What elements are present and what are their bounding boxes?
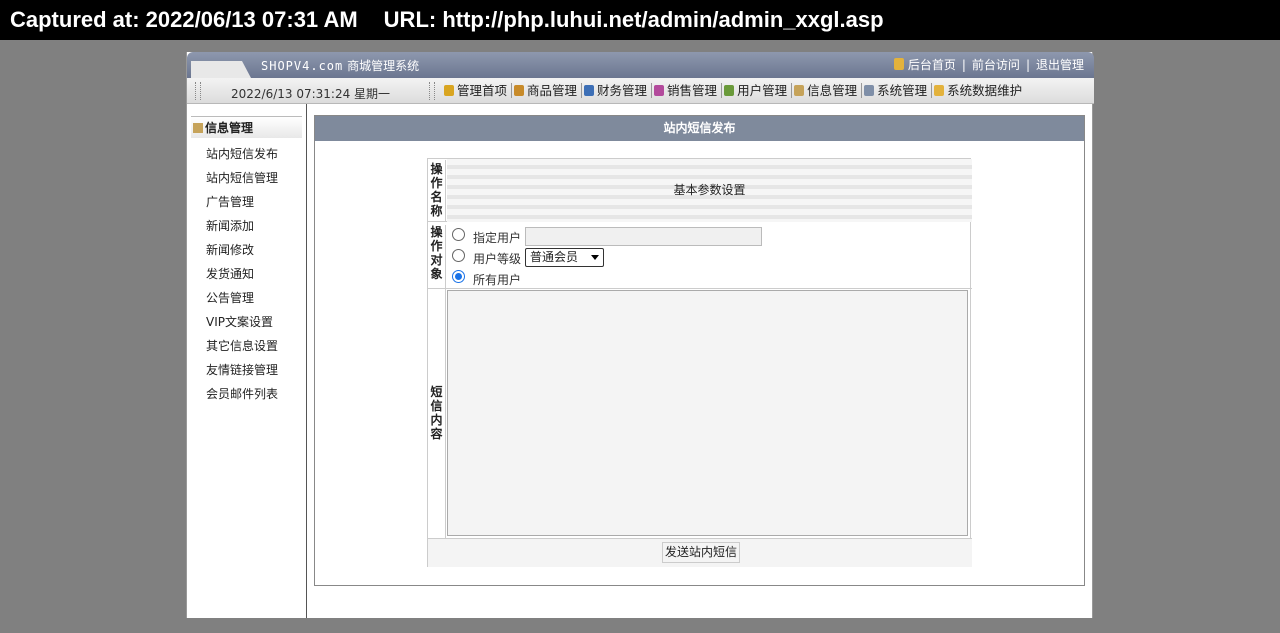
option-label-specific-user: 指定用户 (473, 231, 522, 245)
finance-icon (584, 85, 595, 96)
sidebar-item-announcements[interactable]: 公告管理 (187, 286, 306, 310)
goods-icon (514, 85, 525, 96)
menu-label: 管理首项 (457, 83, 508, 98)
row-label-content: 短信内容 (428, 289, 446, 539)
info-icon (193, 123, 203, 133)
sidebar-item-shipping-notice[interactable]: 发货通知 (187, 262, 306, 286)
logo-text: SHOPV4.com (261, 59, 344, 73)
radio-specific-user[interactable] (452, 228, 465, 241)
form-row-target: 操作对象 指定用户 用户等级 普通会员 所有用户 (428, 222, 972, 289)
toolbar-grip-icon (429, 82, 435, 100)
toolbar-grip-icon (195, 82, 201, 100)
menu-item-users[interactable]: 用户管理 (722, 83, 793, 98)
info-icon (794, 85, 805, 96)
link-admin-home[interactable]: 后台首页 (908, 58, 956, 72)
sidebar-item-vip-copy[interactable]: VIP文案设置 (187, 310, 306, 334)
sidebar-title-text: 信息管理 (205, 121, 254, 135)
chevron-down-icon (591, 255, 599, 260)
option-label-all-users: 所有用户 (473, 273, 522, 287)
sidebar-title: 信息管理 (191, 116, 302, 138)
radio-user-level[interactable] (452, 249, 465, 262)
admin-window: SHOPV4.com 商城管理系统 后台首页 | 前台访问 | 退出管理 2022/6/… (186, 52, 1094, 618)
send-message-button[interactable]: 发送站内短信 (662, 542, 741, 563)
row-label-text: 操作名称 (430, 162, 443, 218)
row-label-target: 操作对象 (428, 225, 446, 289)
menu-item-system[interactable]: 系统管理 (862, 83, 933, 98)
sidebar-item-news-add[interactable]: 新闻添加 (187, 214, 306, 238)
user-level-select[interactable]: 普通会员 (525, 248, 604, 267)
system-icon (864, 85, 875, 96)
sidebar-item-news-edit[interactable]: 新闻修改 (187, 238, 306, 262)
radio-all-users[interactable] (452, 270, 465, 283)
form-row-submit: 发送站内短信 (428, 539, 972, 567)
lock-icon (893, 58, 904, 70)
system-name: 商城管理系统 (347, 59, 420, 73)
link-frontend[interactable]: 前台访问 (972, 58, 1020, 72)
form-row-content: 短信内容 (428, 289, 972, 539)
menu-item-home[interactable]: 管理首项 (442, 83, 513, 98)
menu-label: 财务管理 (597, 83, 648, 98)
sidebar-item-other-settings[interactable]: 其它信息设置 (187, 334, 306, 358)
message-textarea[interactable] (447, 290, 968, 536)
user-name-input[interactable] (525, 227, 762, 246)
sidebar-item-ads[interactable]: 广告管理 (187, 190, 306, 214)
chart-icon (654, 85, 665, 96)
menu-label: 系统数据维护 (947, 83, 1023, 98)
menu-item-info[interactable]: 信息管理 (792, 83, 863, 98)
menu-item-finance[interactable]: 财务管理 (582, 83, 653, 98)
menu-bar: 2022/6/13 07:31:24 星期一 管理首项 商品管理 财务管理 销售管理 用… (187, 78, 1094, 104)
row-label-operation-name: 操作名称 (428, 160, 446, 222)
header-tab-decoration (191, 61, 251, 78)
main-panel: 站内短信发布 操作名称 基本参数设置 操作对象 指定用户 用户等级 普通会员 所 (314, 115, 1085, 586)
row-label-text: 操作对象 (430, 225, 443, 281)
form-row-operation-name: 操作名称 基本参数设置 (428, 159, 972, 222)
sidebar-item-message-manage[interactable]: 站内短信管理 (187, 166, 306, 190)
link-logout[interactable]: 退出管理 (1036, 58, 1084, 72)
brand: SHOPV4.com 商城管理系统 (261, 57, 419, 74)
lock-icon (934, 85, 945, 96)
page-title: 站内短信发布 (315, 116, 1084, 141)
header-top-bar: SHOPV4.com 商城管理系统 后台首页 | 前台访问 | 退出管理 (187, 52, 1094, 78)
top-links: 后台首页 | 前台访问 | 退出管理 (893, 56, 1084, 73)
message-form: 操作名称 基本参数设置 操作对象 指定用户 用户等级 普通会员 所有用户 短信内… (427, 158, 972, 567)
sidebar-item-message-publish[interactable]: 站内短信发布 (187, 142, 306, 166)
menu-label: 系统管理 (877, 83, 928, 98)
menu-label: 商品管理 (527, 83, 578, 98)
sidebar: 信息管理 站内短信发布 站内短信管理 广告管理 新闻添加 新闻修改 发货通知 公… (187, 104, 307, 618)
select-value: 普通会员 (530, 250, 579, 264)
home-icon (444, 85, 454, 96)
clock: 2022/6/13 07:31:24 星期一 (231, 87, 391, 101)
user-icon (724, 85, 735, 96)
row-label-text: 短信内容 (430, 385, 443, 441)
captured-at-text: Captured at: 2022/06/13 07:31 AM (10, 7, 358, 32)
menu-label: 销售管理 (667, 83, 718, 98)
menu-label: 信息管理 (807, 83, 858, 98)
menu-item-goods[interactable]: 商品管理 (512, 83, 583, 98)
capture-info-bar: Captured at: 2022/06/13 07:31 AM URL: htt… (0, 0, 1280, 40)
menu-item-data-maintenance[interactable]: 系统数据维护 (932, 83, 1026, 98)
sidebar-item-friend-links[interactable]: 友情链接管理 (187, 358, 306, 382)
option-label-user-level: 用户等级 (473, 252, 522, 266)
menu-label: 用户管理 (737, 83, 788, 98)
main-menu: 管理首项 商品管理 财务管理 销售管理 用户管理 信息管理 系统管理 系统数据维护 (442, 83, 1026, 98)
section-header: 基本参数设置 (447, 159, 972, 222)
sidebar-item-member-emails[interactable]: 会员邮件列表 (187, 382, 306, 406)
menu-item-sales[interactable]: 销售管理 (652, 83, 723, 98)
url-text: URL: http://php.luhui.net/admin/admin_xx… (383, 7, 884, 32)
